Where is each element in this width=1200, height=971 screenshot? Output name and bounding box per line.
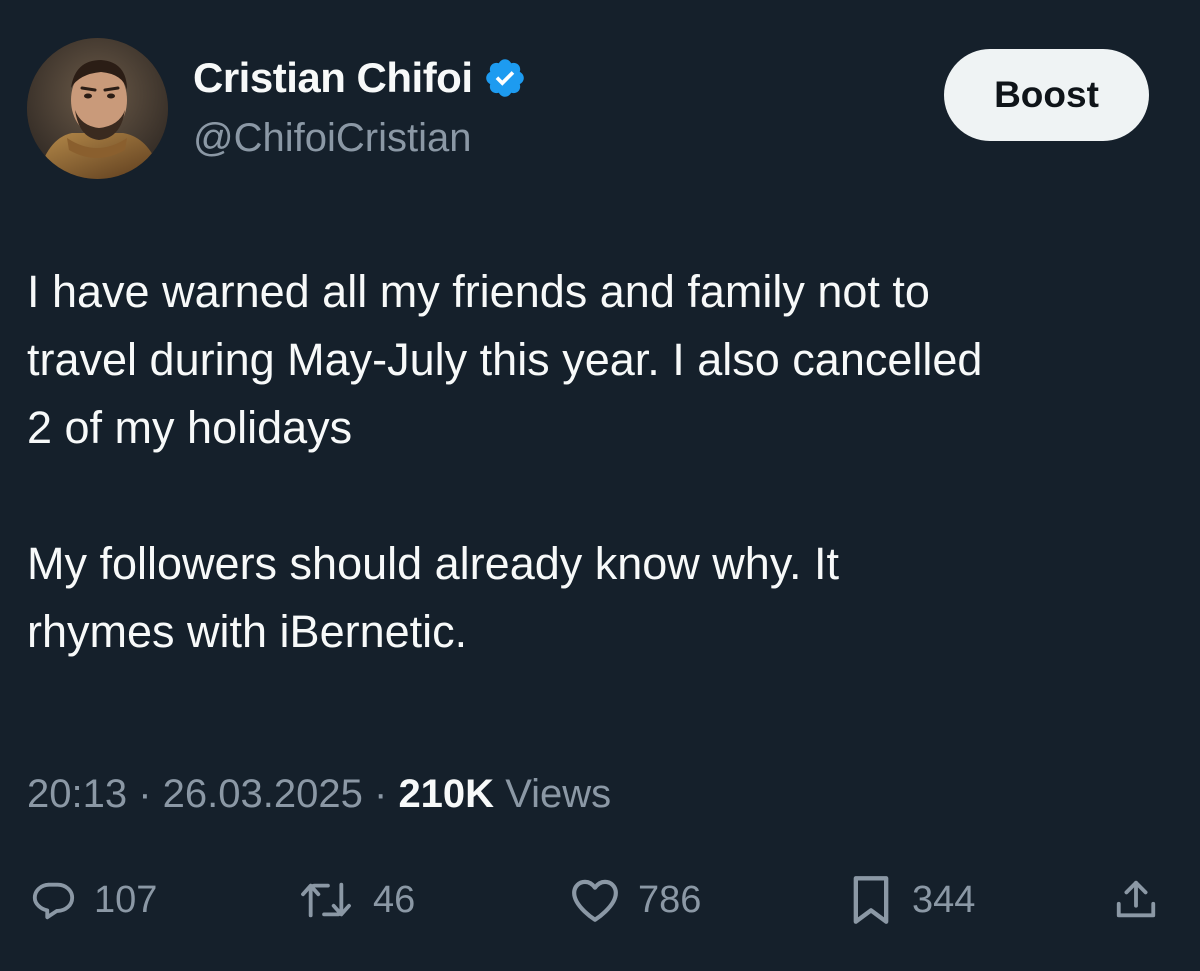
views-label: Views	[505, 772, 612, 816]
reply-icon	[32, 882, 75, 920]
meta-separator: ·	[138, 772, 163, 816]
reply-button[interactable]: 107	[30, 870, 157, 930]
bookmark-count: 344	[912, 878, 976, 921]
tweet-line: I have warned all my friends and family …	[27, 266, 930, 317]
action-bar: 107 46 786 344	[0, 870, 1200, 930]
share-icon	[1116, 880, 1156, 918]
like-button[interactable]: 786	[570, 870, 701, 930]
like-icon	[572, 879, 618, 922]
repost-count: 46	[373, 878, 416, 921]
share-button[interactable]	[1113, 870, 1159, 930]
tweet-card: Cristian Chifoi @ChifoiCristian Boost I …	[0, 0, 1200, 971]
tweet-line: rhymes with iBernetic.	[27, 606, 468, 657]
tweet-line: My followers should already know why. It	[27, 538, 839, 589]
bookmark-button[interactable]: 344	[848, 870, 975, 930]
bookmark-icon	[853, 876, 889, 924]
author-handle[interactable]: @ChifoiCristian	[193, 116, 471, 161]
like-count: 786	[638, 878, 702, 921]
tweet-paragraph: I have warned all my friends and family …	[27, 258, 1177, 462]
meta-separator: ·	[374, 772, 399, 816]
reply-count: 107	[94, 878, 158, 921]
tweet-date[interactable]: 26.03.2025	[163, 772, 363, 816]
views-count[interactable]: 210K	[398, 772, 494, 816]
author-name-row: Cristian Chifoi	[193, 54, 527, 102]
avatar-image	[27, 38, 168, 179]
boost-button[interactable]: Boost	[944, 49, 1149, 141]
tweet-line: travel during May-July this year. I also…	[27, 334, 983, 385]
tweet-paragraph: My followers should already know why. It…	[27, 530, 1177, 666]
repost-icon	[301, 882, 351, 918]
tweet-text: I have warned all my friends and family …	[27, 258, 1177, 666]
avatar[interactable]	[27, 38, 168, 179]
repost-button[interactable]: 46	[297, 870, 415, 930]
author-display-name[interactable]: Cristian Chifoi	[193, 54, 473, 102]
tweet-time[interactable]: 20:13	[27, 772, 127, 816]
tweet-line: 2 of my holidays	[27, 402, 353, 453]
tweet-meta: 20:13 · 26.03.2025 · 210K Views	[27, 772, 611, 817]
verified-badge-icon	[485, 59, 524, 97]
